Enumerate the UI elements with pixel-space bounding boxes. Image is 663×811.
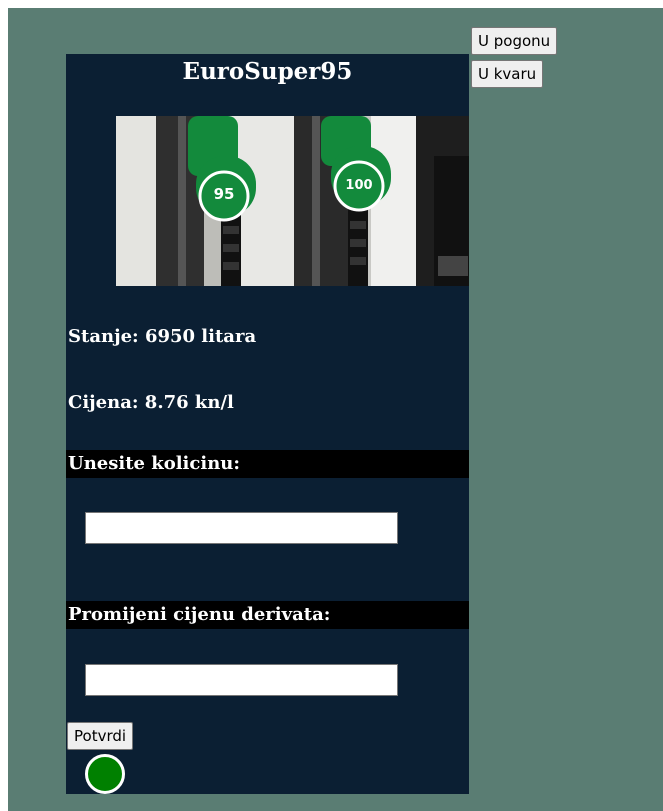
confirm-button[interactable]: Potvrdi [67, 722, 134, 750]
quantity-label: Unesite kolicinu: [66, 450, 469, 478]
nozzle-100-label: 100 [345, 178, 372, 193]
fuel-nozzles-image: 95 100 [116, 116, 469, 286]
fuel-type-title: EuroSuper95 [182, 58, 353, 85]
in-operation-button[interactable]: U pogonu [471, 27, 558, 55]
price-change-label: Promijeni cijenu derivata: [66, 601, 469, 629]
price-text: Cijena: 8.76 kn/l [68, 392, 234, 413]
fuel-nozzles-illustration: 95 100 [116, 116, 469, 286]
stock-text: Stanje: 6950 litara [68, 326, 257, 347]
fuel-pump-panel: EuroSuper95 95 100 Stanje: 6950 litara C… [66, 54, 469, 794]
price-input[interactable] [85, 664, 398, 696]
nozzle-95-label: 95 [214, 185, 235, 203]
out-of-order-button[interactable]: U kvaru [471, 60, 544, 88]
status-light-icon [85, 754, 125, 794]
quantity-input[interactable] [85, 512, 398, 544]
